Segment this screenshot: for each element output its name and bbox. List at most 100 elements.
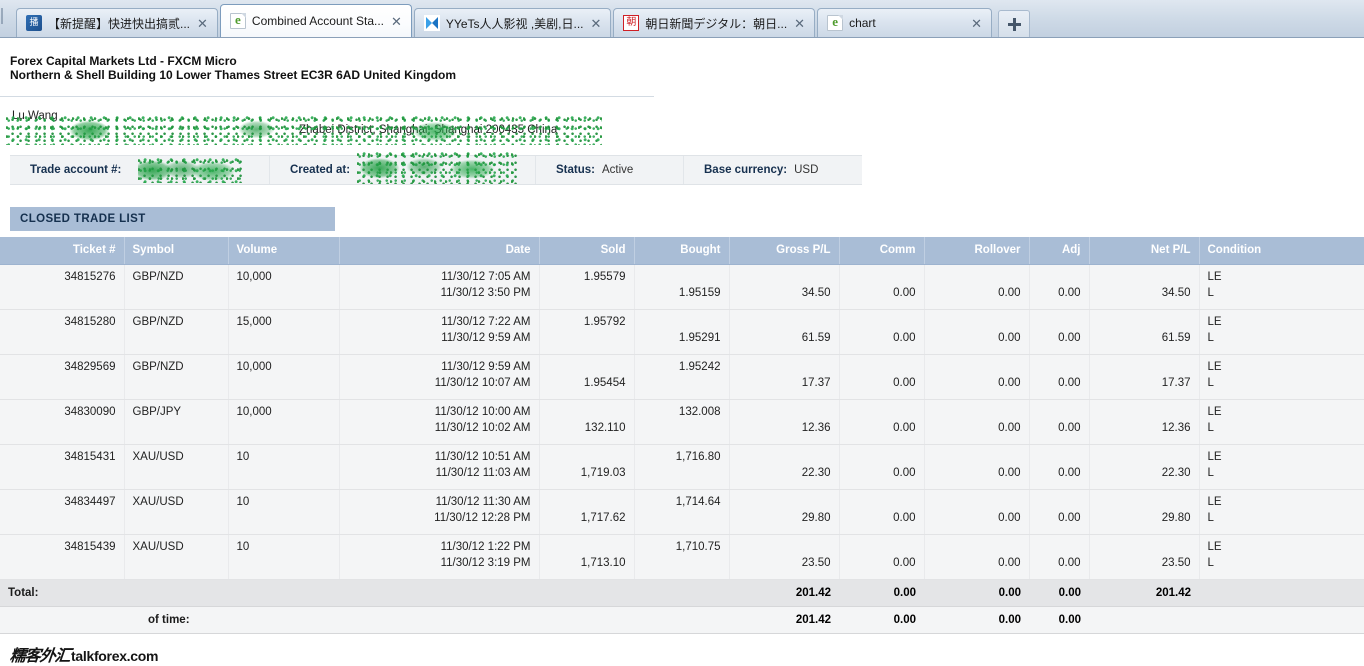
close-icon[interactable]: ✕	[793, 17, 806, 30]
total2-adj: 0.00	[1029, 606, 1089, 634]
close-icon[interactable]: ✕	[390, 15, 403, 28]
cell-date-line2: 11/30/12 3:50 PM	[440, 286, 531, 299]
cell-volume: 10	[228, 444, 340, 490]
cell-rollover: 00.00	[924, 309, 1030, 355]
info-trade-account: Trade account #:	[10, 156, 270, 184]
cell-rollover: 00.00	[924, 444, 1030, 490]
cell-rollover-line2: 0.00	[998, 286, 1021, 299]
cell-gross-pl-line2: 23.50	[801, 556, 831, 569]
cell-symbol-value: GBP/NZD	[132, 315, 184, 328]
cell-comm-line2: 0.00	[893, 511, 916, 524]
cell-net-pl-line2: 61.59	[1161, 331, 1191, 344]
cell-condition-line1: LE	[1207, 450, 1222, 463]
watermark: 糯客外汇 talkforex.com	[9, 642, 159, 666]
col-date[interactable]: Date	[339, 237, 540, 265]
cell-date: 11/30/12 10:51 AM 11/30/12 11:03 AM	[339, 444, 540, 490]
info-label: Status:	[556, 164, 595, 176]
cell-bought: 1,714.640	[634, 489, 730, 535]
total2-label: of time:	[0, 606, 729, 634]
cell-sold: 01.95454	[539, 354, 635, 400]
close-icon[interactable]: ✕	[196, 17, 209, 30]
table-footer: Total: 201.42 0.00 0.00 0.00 201.42 of t…	[0, 578, 1364, 634]
cell-bought-line1: 1,714.64	[675, 495, 721, 508]
cell-rollover: 00.00	[924, 354, 1030, 400]
cell-rollover: 00.00	[924, 489, 1030, 535]
col-net-pl[interactable]: Net P/L	[1089, 237, 1200, 265]
total-condition	[1199, 578, 1364, 607]
col-rollover[interactable]: Rollover	[924, 237, 1030, 265]
total-comm: 0.00	[839, 578, 924, 607]
section-title-label: CLOSED TRADE LIST	[20, 213, 146, 225]
cell-date-line2: 11/30/12 10:07 AM	[434, 376, 531, 389]
cell-bought: 1,710.750	[634, 534, 730, 580]
trade-account-redaction	[138, 157, 242, 183]
cell-adj: 00.00	[1029, 309, 1090, 355]
cell-comm-line2: 0.00	[893, 331, 916, 344]
cell-condition: LE L	[1199, 264, 1364, 310]
cell-date-line1: 11/30/12 11:30 AM	[435, 495, 531, 508]
cell-condition-line1: LE	[1207, 495, 1222, 508]
cell-adj: 00.00	[1029, 489, 1090, 535]
cell-rollover-line2: 0.00	[998, 331, 1021, 344]
close-icon[interactable]: ✕	[590, 17, 603, 30]
col-condition[interactable]: Condition	[1199, 237, 1364, 265]
client-name: Lu Wang	[12, 110, 58, 122]
cell-adj: 00.00	[1029, 399, 1090, 445]
cell-comm-line2: 0.00	[893, 466, 916, 479]
browser-tab-strip: 播 【新提醒】快进快出搞贰... ✕ Combined Account Sta.…	[0, 0, 1364, 38]
col-adj[interactable]: Adj	[1029, 237, 1090, 265]
cell-gross-pl-line2: 22.30	[801, 466, 831, 479]
cell-net-pl: 029.80	[1089, 489, 1200, 535]
cell-rollover-line2: 0.00	[998, 421, 1021, 434]
cell-date-line1: 11/30/12 7:22 AM	[441, 315, 531, 328]
cell-date: 11/30/12 9:59 AM 11/30/12 10:07 AM	[339, 354, 540, 400]
col-gross-pl[interactable]: Gross P/L	[729, 237, 840, 265]
cell-symbol-value: XAU/USD	[132, 450, 184, 463]
close-icon[interactable]: ✕	[970, 17, 983, 30]
col-bought[interactable]: Bought	[634, 237, 730, 265]
col-comm[interactable]: Comm	[839, 237, 925, 265]
col-sold[interactable]: Sold	[539, 237, 635, 265]
cell-sold: 01,717.62	[539, 489, 635, 535]
watermark-en: talkforex.com	[71, 648, 159, 664]
browser-tab-1[interactable]: Combined Account Sta... ✕	[219, 4, 412, 37]
new-tab-button[interactable]	[998, 10, 1031, 37]
cell-ticket: 34815431	[0, 444, 125, 490]
browser-tab-2[interactable]: YYeTs人人影视 ,美剧,日... ✕	[413, 8, 612, 37]
cell-net-pl-line2: 22.30	[1161, 466, 1191, 479]
cell-date: 11/30/12 10:00 AM 11/30/12 10:02 AM	[339, 399, 540, 445]
cell-net-pl-line2: 34.50	[1161, 286, 1191, 299]
cell-condition-line2: L	[1207, 286, 1214, 299]
browser-tab-0[interactable]: 播 【新提醒】快进快出搞贰... ✕	[16, 8, 218, 37]
table-row: 34834497 XAU/USD 10 11/30/12 11:30 AM 11/30/…	[0, 489, 1364, 535]
broker-name: Forex Capital Markets Ltd - FXCM Micro	[10, 54, 237, 68]
total2-gross-pl: 201.42	[729, 606, 839, 634]
cell-gross-pl: 029.80	[729, 489, 840, 535]
total2-net-pl	[1089, 606, 1199, 634]
cell-comm-line2: 0.00	[893, 286, 916, 299]
table-row: 34829569 GBP/NZD 10,000 11/30/12 9:59 AM 11/…	[0, 354, 1364, 400]
cell-date: 11/30/12 7:05 AM 11/30/12 3:50 PM	[339, 264, 540, 310]
cell-bought-line1: 132.008	[678, 405, 721, 418]
cell-volume: 10,000	[228, 264, 340, 310]
cell-condition-line2: L	[1207, 466, 1214, 479]
cell-net-pl-line2: 23.50	[1161, 556, 1191, 569]
cell-condition-line2: L	[1207, 331, 1214, 344]
cell-gross-pl-line2: 34.50	[801, 286, 831, 299]
col-volume[interactable]: Volume	[228, 237, 340, 265]
col-symbol[interactable]: Symbol	[124, 237, 229, 265]
cell-symbol-value: XAU/USD	[132, 540, 184, 553]
cell-comm: 00.00	[839, 264, 925, 310]
col-ticket[interactable]: Ticket #	[0, 237, 125, 265]
browser-tab-4[interactable]: chart ✕	[817, 8, 993, 37]
client-address: Zhabei District, Shanghai, Shanghai 2004…	[299, 124, 558, 136]
cell-date-line1: 11/30/12 1:22 PM	[440, 540, 531, 553]
cell-sold: 01,713.10	[539, 534, 635, 580]
base-currency-value: USD	[794, 164, 819, 176]
cell-volume-value: 10,000	[236, 270, 272, 283]
browser-tab-3[interactable]: 朝 朝日新聞デジタル：朝日... ✕	[613, 8, 816, 37]
table-row: 34815276 GBP/NZD 10,000 11/30/12 7:05 AM 11/…	[0, 264, 1364, 310]
browser-tab-title: chart	[849, 16, 876, 30]
statement-page: Forex Capital Markets Ltd - FXCM Micro N…	[0, 54, 1364, 665]
cell-gross-pl: 012.36	[729, 399, 840, 445]
